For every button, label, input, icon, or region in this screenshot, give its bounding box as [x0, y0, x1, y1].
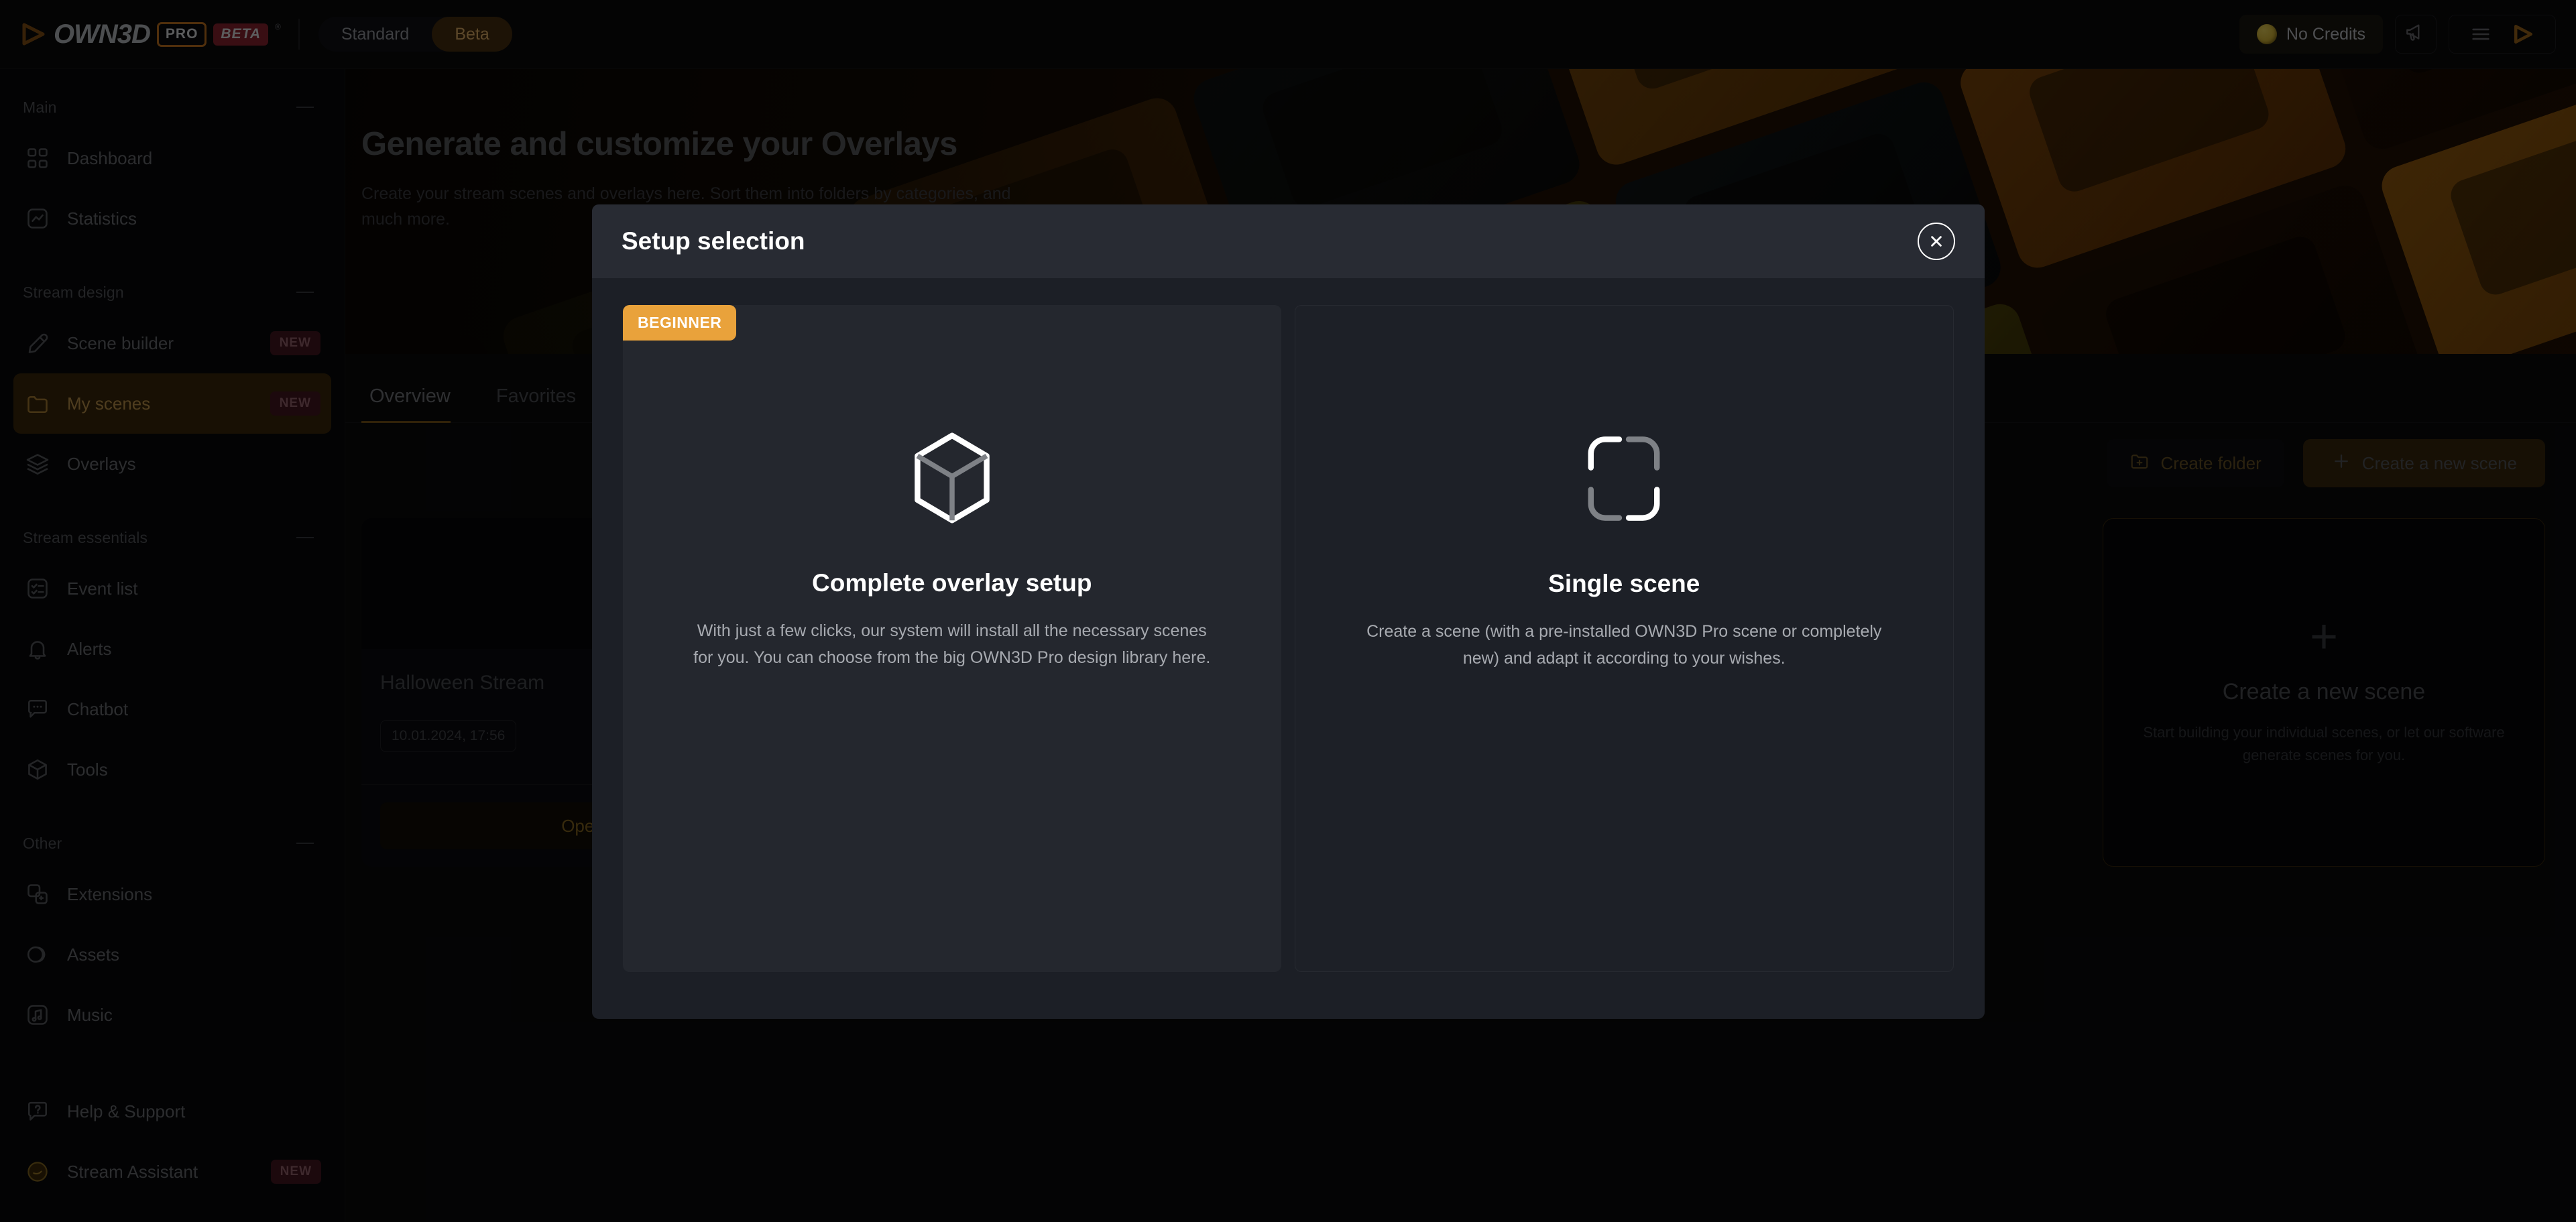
scan-frame-icon	[1574, 425, 1674, 532]
modal-title: Setup selection	[622, 227, 805, 255]
modal-body: BEGINNER Complete overlay setup With jus…	[592, 278, 1985, 1019]
cube-outline-icon	[902, 424, 1002, 532]
beginner-badge: BEGINNER	[623, 305, 736, 341]
option-title: Single scene	[1548, 570, 1700, 598]
option-title: Complete overlay setup	[812, 569, 1092, 597]
modal-header: Setup selection	[592, 204, 1985, 278]
setup-selection-modal: Setup selection BEGINNER Complete overla…	[592, 204, 1985, 1019]
close-circle-icon[interactable]	[1918, 223, 1955, 260]
option-single-scene[interactable]: Single scene Create a scene (with a pre-…	[1295, 305, 1954, 972]
app-root: OWN3D PRO BETA ® Standard Beta No Credit…	[0, 0, 2576, 1222]
option-complete-overlay-setup[interactable]: BEGINNER Complete overlay setup With jus…	[623, 305, 1281, 972]
option-description: With just a few clicks, our system will …	[687, 617, 1217, 671]
option-description: Create a scene (with a pre-installed OWN…	[1360, 618, 1889, 672]
